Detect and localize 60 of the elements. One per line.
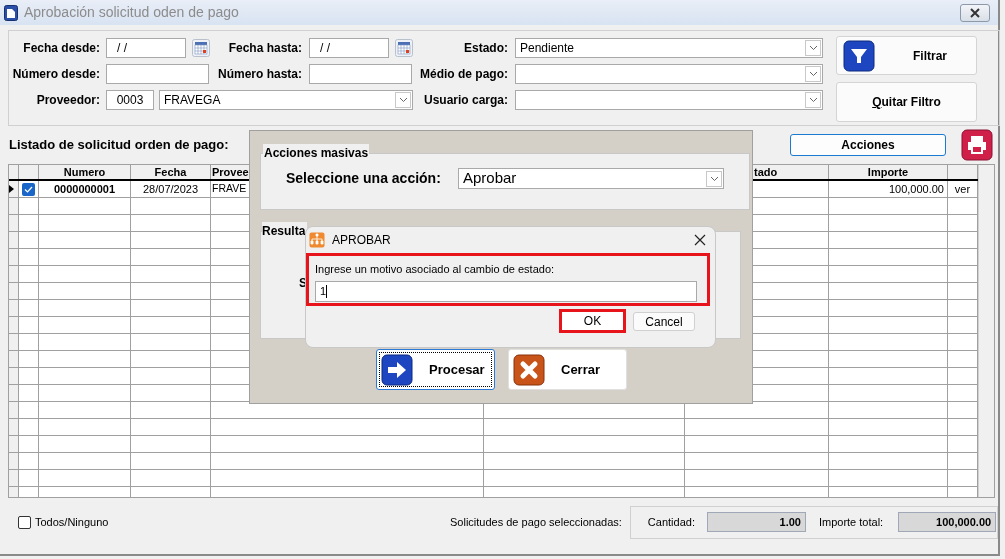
checkbox-label[interactable]: Todos/Ninguno xyxy=(35,513,109,531)
field-label: Estado: xyxy=(463,40,508,57)
app-icon xyxy=(4,4,18,21)
date-field[interactable]: / / xyxy=(309,38,389,58)
dialog-title: APROBAR xyxy=(332,232,392,249)
printer-icon[interactable] xyxy=(961,129,993,161)
column-header[interactable]: Numero xyxy=(63,165,106,181)
ok-button[interactable]: OK xyxy=(562,312,623,330)
calendar-icon[interactable] xyxy=(395,39,413,57)
filter-button[interactable]: Filtrar xyxy=(836,36,977,75)
payment-method-dropdown[interactable] xyxy=(515,64,823,84)
selection-summary-label: Solicitudes de pago seleccionadas: xyxy=(449,514,622,530)
prompt-message: Ingrese un motivo asociado al cambio de estado: xyxy=(315,262,556,277)
column-header[interactable]: Provee xyxy=(212,165,249,181)
action-label: Seleccione una acción: xyxy=(286,169,442,188)
list-title: Listado de solicitud orden de pago: xyxy=(9,136,229,155)
field-label: Fecha hasta: xyxy=(227,40,302,57)
total-amount-field: 100,000.00 xyxy=(898,512,997,532)
field-label: Fecha desde: xyxy=(22,40,100,57)
total-amount-label: Importe total: xyxy=(818,514,884,530)
close-button[interactable] xyxy=(960,3,990,22)
column-header[interactable]: Fecha xyxy=(154,165,187,181)
user-dropdown[interactable] xyxy=(515,90,823,110)
field-label: Número hasta: xyxy=(216,66,302,83)
calendar-icon[interactable] xyxy=(192,39,210,57)
supplier-code-field[interactable]: 0003 xyxy=(106,90,154,110)
cross-icon xyxy=(513,353,545,386)
number-field[interactable] xyxy=(106,64,209,84)
quantity-field: 1.00 xyxy=(706,512,806,532)
status-dropdown[interactable]: Pendiente xyxy=(515,38,823,58)
field-label: Usuario carga: xyxy=(422,92,508,109)
table-cell-text: 28/07/2023 xyxy=(142,181,199,197)
window-title: Aprobación solicitud oden de pago xyxy=(24,3,240,22)
close-button[interactable]: Cerrar xyxy=(508,349,627,390)
column-header[interactable]: tado xyxy=(754,165,778,181)
quantity-label: Cantidad: xyxy=(647,514,695,530)
close-icon[interactable] xyxy=(694,234,706,246)
field-label: Número desde: xyxy=(11,66,100,83)
column-header[interactable]: Importe xyxy=(867,165,909,181)
number-field[interactable] xyxy=(309,64,412,84)
table-cell-text: 0000000001 xyxy=(53,181,116,197)
table-cell: FRAVE xyxy=(212,181,247,197)
checkbox[interactable] xyxy=(22,182,35,196)
clear-filter-button[interactable]: Quitar Filtro xyxy=(836,82,977,122)
view-link[interactable]: ver xyxy=(954,180,971,198)
org-chart-icon xyxy=(309,232,325,248)
funnel-icon xyxy=(843,39,875,72)
process-button[interactable]: Procesar xyxy=(376,349,495,390)
checkbox[interactable] xyxy=(18,515,31,529)
actions-button[interactable]: Acciones xyxy=(790,134,946,156)
date-field[interactable]: / / xyxy=(106,38,186,58)
close-icon xyxy=(969,7,981,18)
table-cell-text: 100,000.00 xyxy=(888,181,944,197)
field-label: Proveedor: xyxy=(35,92,100,109)
field-label: Médio de pago: xyxy=(419,66,508,83)
reason-field[interactable]: 1 xyxy=(315,280,697,302)
cancel-button[interactable]: Cancel xyxy=(633,311,695,331)
scrollbar[interactable] xyxy=(978,165,994,497)
action-dropdown[interactable]: Aprobar xyxy=(458,168,724,189)
supplier-dropdown[interactable]: FRAVEGA xyxy=(159,90,413,110)
